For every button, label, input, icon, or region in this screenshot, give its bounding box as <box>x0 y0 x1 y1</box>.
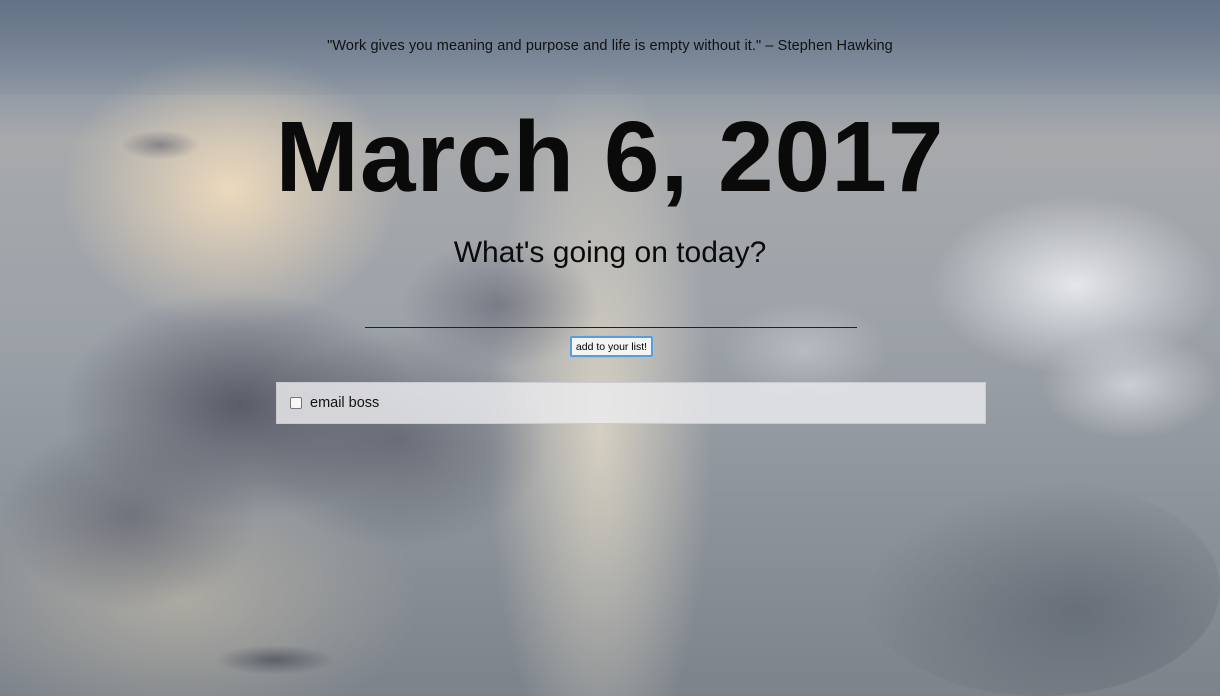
todo-label: email boss <box>310 395 380 411</box>
date-heading: March 6, 2017 <box>275 101 945 213</box>
add-to-list-button[interactable]: add to your list! <box>570 336 653 357</box>
page-subtitle: What's going on today? <box>453 236 767 269</box>
cloud-shape <box>215 645 335 675</box>
todo-list: email boss <box>276 382 986 424</box>
quote-text: "Work gives you meaning and purpose and … <box>327 38 893 54</box>
cloud-shape <box>0 420 260 610</box>
cloud-shape <box>1040 330 1220 440</box>
cloud-shape <box>860 480 1220 696</box>
todo-item: email boss <box>276 382 986 424</box>
task-input[interactable] <box>365 304 857 328</box>
todo-checkbox[interactable] <box>290 397 302 409</box>
